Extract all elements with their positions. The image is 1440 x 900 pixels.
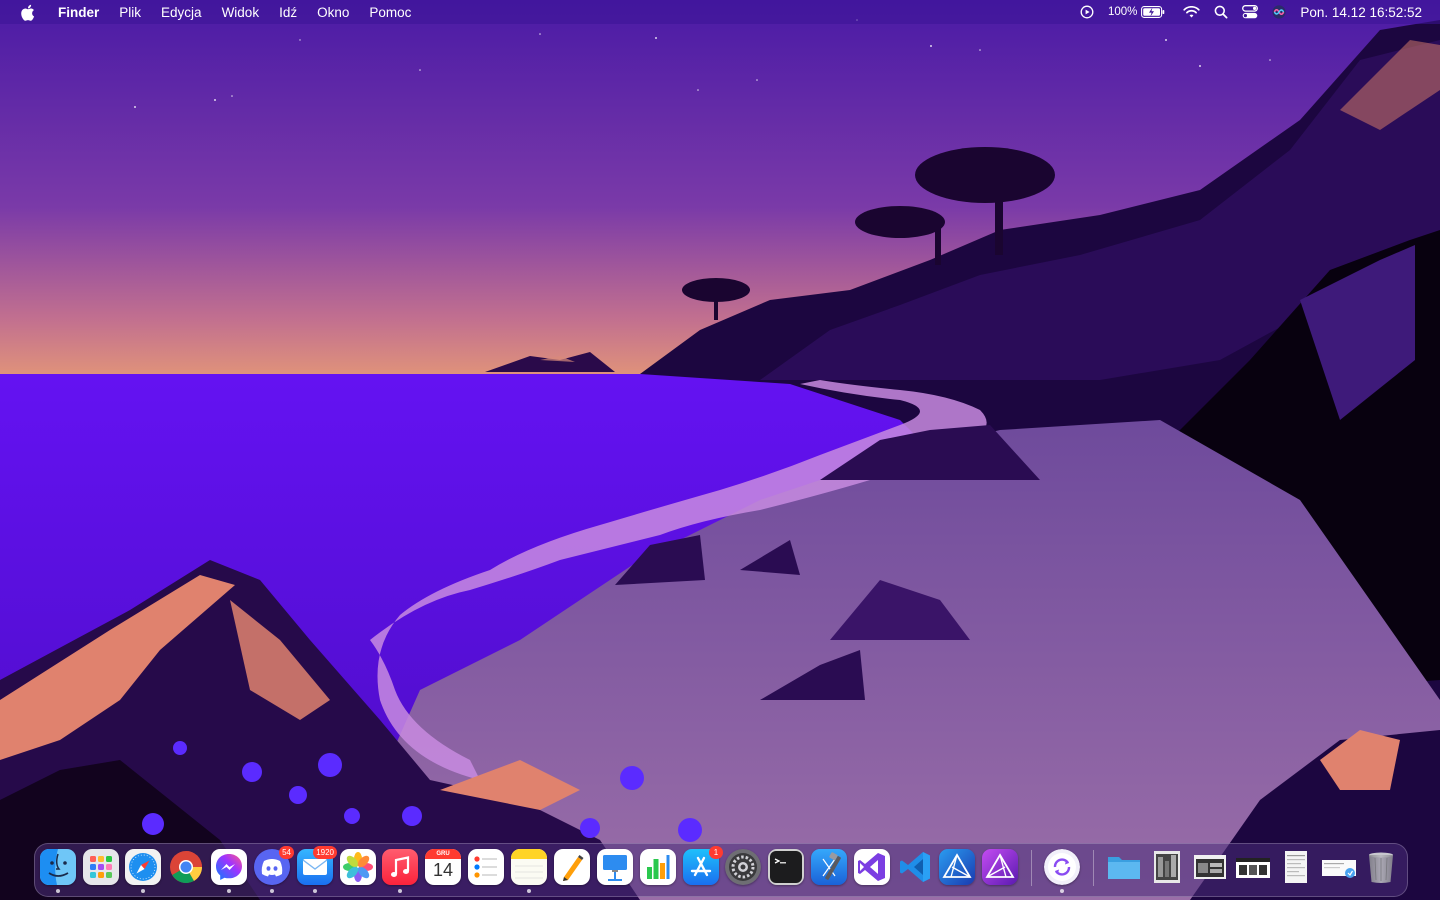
- dock-item-chrome[interactable]: [168, 849, 204, 885]
- battery-icon[interactable]: [1141, 0, 1165, 24]
- dock-item-music[interactable]: [382, 849, 418, 885]
- now-playing-icon[interactable]: [1080, 0, 1094, 24]
- spotlight-search-icon[interactable]: [1214, 0, 1228, 24]
- document-thumbnail-icon: [1192, 849, 1228, 885]
- dock-item-calendar[interactable]: GRU 14: [425, 849, 461, 885]
- dock-item-mail[interactable]: 1920: [297, 846, 337, 885]
- pages-icon: [554, 849, 590, 885]
- menu-edit[interactable]: Edycja: [161, 5, 202, 20]
- apple-menu-icon[interactable]: [20, 3, 36, 21]
- dock-item-document[interactable]: [1235, 849, 1271, 885]
- control-center-icon[interactable]: [1242, 0, 1259, 24]
- dock-item-sync[interactable]: [1044, 849, 1080, 885]
- calendar-month: GRU: [436, 851, 450, 857]
- dock-item-terminal[interactable]: [768, 849, 804, 885]
- trash-icon: [1363, 849, 1399, 885]
- dock-separator: [1093, 850, 1094, 886]
- calendar-icon: GRU 14: [425, 849, 461, 885]
- siri-icon[interactable]: [1272, 0, 1286, 24]
- desktop-wallpaper: [0, 0, 1440, 900]
- notification-badge: 54: [279, 846, 294, 859]
- menu-help[interactable]: Pomoc: [369, 5, 411, 20]
- running-indicator: [270, 889, 274, 893]
- dock-separator: [1031, 850, 1032, 886]
- dock-item-notes[interactable]: [511, 849, 547, 885]
- running-indicator: [1060, 889, 1064, 893]
- menu-view[interactable]: Widok: [222, 5, 260, 20]
- menu-bar-status: 100% Pon. 14.12 16:52:52: [1066, 0, 1422, 24]
- calendar-day: 14: [432, 860, 454, 880]
- running-indicator: [527, 889, 531, 893]
- photos-icon: [340, 849, 376, 885]
- dock-item-discord[interactable]: 54: [254, 846, 294, 885]
- running-indicator: [56, 889, 60, 893]
- dock-item-safari[interactable]: [125, 849, 161, 885]
- sync-icon: [1044, 849, 1080, 885]
- reminders-icon: [468, 849, 504, 885]
- dock-item-document[interactable]: [1321, 849, 1357, 885]
- music-icon: [382, 849, 418, 885]
- visual-studio-icon: [854, 849, 890, 885]
- notification-badge: 1: [709, 846, 723, 859]
- document-thumbnail-icon: [1321, 849, 1357, 885]
- menu-go[interactable]: Idź: [279, 5, 297, 20]
- finder-icon: [40, 849, 76, 885]
- dock-item-finder[interactable]: [40, 849, 76, 885]
- folder-icon: [1106, 849, 1142, 885]
- affinity-designer-icon: [939, 849, 975, 885]
- dock-item-affinity-photo[interactable]: [982, 849, 1018, 885]
- dock-item-document[interactable]: [1278, 849, 1314, 885]
- dock-item-app-store[interactable]: 1: [683, 846, 723, 885]
- launchpad-icon: [83, 849, 119, 885]
- wifi-icon[interactable]: [1183, 0, 1201, 24]
- running-indicator: [227, 889, 231, 893]
- dock-item-reminders[interactable]: [468, 849, 504, 885]
- keynote-icon: [597, 849, 633, 885]
- dock-item-downloads-folder[interactable]: [1106, 849, 1142, 885]
- dock-item-document[interactable]: [1149, 849, 1185, 885]
- dock-item-affinity-designer[interactable]: [939, 849, 975, 885]
- xcode-icon: [811, 849, 847, 885]
- menu-window[interactable]: Okno: [317, 5, 349, 20]
- battery-percentage[interactable]: 100%: [1108, 6, 1137, 18]
- dock-item-visual-studio[interactable]: [854, 849, 890, 885]
- dock-item-messenger[interactable]: [211, 849, 247, 885]
- menu-bar-left: Finder Plik Edycja Widok Idź Okno Pomoc: [0, 0, 431, 24]
- system-preferences-icon: [725, 849, 761, 885]
- affinity-photo-icon: [982, 849, 1018, 885]
- messenger-icon: [211, 849, 247, 885]
- vscode-icon: [897, 849, 933, 885]
- terminal-icon: [768, 849, 804, 885]
- dock-item-keynote[interactable]: [597, 849, 633, 885]
- dock-item-pages[interactable]: [554, 849, 590, 885]
- dock-item-numbers[interactable]: [640, 849, 676, 885]
- notification-badge: 1920: [313, 846, 337, 859]
- dock-item-xcode[interactable]: [811, 849, 847, 885]
- document-thumbnail-icon: [1278, 849, 1314, 885]
- chrome-icon: [168, 849, 204, 885]
- notes-icon: [511, 849, 547, 885]
- dock-item-system-preferences[interactable]: [725, 849, 761, 885]
- dock-item-photos[interactable]: [340, 849, 376, 885]
- dock-item-vscode[interactable]: [897, 849, 933, 885]
- dock-item-launchpad[interactable]: [83, 849, 119, 885]
- menu-bar: Finder Plik Edycja Widok Idź Okno Pomoc …: [0, 0, 1440, 24]
- dock-item-document[interactable]: [1192, 849, 1228, 885]
- running-indicator: [398, 889, 402, 893]
- running-indicator: [313, 889, 317, 893]
- menu-app-name[interactable]: Finder: [58, 5, 99, 20]
- numbers-icon: [640, 849, 676, 885]
- safari-icon: [125, 849, 161, 885]
- document-thumbnail-icon: [1149, 849, 1185, 885]
- running-indicator: [141, 889, 145, 893]
- dock-item-trash[interactable]: [1363, 849, 1399, 885]
- menu-file[interactable]: Plik: [119, 5, 141, 20]
- document-thumbnail-icon: [1235, 849, 1271, 885]
- menu-clock[interactable]: Pon. 14.12 16:52:52: [1300, 5, 1422, 20]
